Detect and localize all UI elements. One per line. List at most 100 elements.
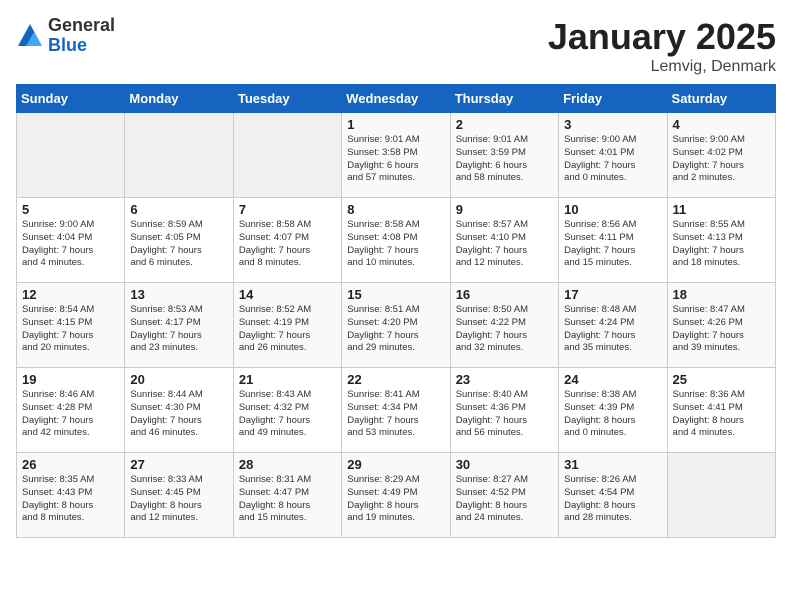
day-number: 1 [347,117,444,132]
day-number: 19 [22,372,119,387]
weekday-header-monday: Monday [125,85,233,113]
day-number: 7 [239,202,336,217]
day-info: Sunrise: 8:36 AM Sunset: 4:41 PM Dayligh… [673,389,770,440]
calendar-cell: 12 Sunrise: 8:54 AM Sunset: 4:15 PM Dayli… [17,283,125,368]
weekday-header-wednesday: Wednesday [342,85,450,113]
day-info: Sunrise: 8:26 AM Sunset: 4:54 PM Dayligh… [564,474,661,525]
day-info: Sunrise: 8:51 AM Sunset: 4:20 PM Dayligh… [347,304,444,355]
day-info: Sunrise: 8:31 AM Sunset: 4:47 PM Dayligh… [239,474,336,525]
weekday-header-thursday: Thursday [450,85,558,113]
calendar-cell: 24 Sunrise: 8:38 AM Sunset: 4:39 PM Dayli… [559,368,667,453]
calendar-cell: 8 Sunrise: 8:58 AM Sunset: 4:08 PM Daylig… [342,198,450,283]
calendar-cell [667,453,775,538]
day-number: 13 [130,287,227,302]
calendar-cell: 13 Sunrise: 8:53 AM Sunset: 4:17 PM Dayli… [125,283,233,368]
calendar-cell: 7 Sunrise: 8:58 AM Sunset: 4:07 PM Daylig… [233,198,341,283]
day-info: Sunrise: 8:38 AM Sunset: 4:39 PM Dayligh… [564,389,661,440]
calendar-cell [233,113,341,198]
calendar-cell: 26 Sunrise: 8:35 AM Sunset: 4:43 PM Dayli… [17,453,125,538]
day-number: 26 [22,457,119,472]
day-info: Sunrise: 8:53 AM Sunset: 4:17 PM Dayligh… [130,304,227,355]
week-row-1: 1 Sunrise: 9:01 AM Sunset: 3:58 PM Daylig… [17,113,776,198]
calendar-cell: 14 Sunrise: 8:52 AM Sunset: 4:19 PM Dayli… [233,283,341,368]
day-number: 2 [456,117,553,132]
day-number: 29 [347,457,444,472]
day-info: Sunrise: 8:27 AM Sunset: 4:52 PM Dayligh… [456,474,553,525]
day-info: Sunrise: 8:35 AM Sunset: 4:43 PM Dayligh… [22,474,119,525]
calendar-cell: 31 Sunrise: 8:26 AM Sunset: 4:54 PM Dayli… [559,453,667,538]
calendar-cell: 28 Sunrise: 8:31 AM Sunset: 4:47 PM Dayli… [233,453,341,538]
day-number: 10 [564,202,661,217]
calendar-cell: 25 Sunrise: 8:36 AM Sunset: 4:41 PM Dayli… [667,368,775,453]
calendar-title: January 2025 [548,16,776,58]
week-row-4: 19 Sunrise: 8:46 AM Sunset: 4:28 PM Dayli… [17,368,776,453]
calendar-subtitle: Lemvig, Denmark [548,58,776,76]
calendar-cell: 11 Sunrise: 8:55 AM Sunset: 4:13 PM Dayli… [667,198,775,283]
day-info: Sunrise: 9:01 AM Sunset: 3:59 PM Dayligh… [456,134,553,185]
day-info: Sunrise: 8:55 AM Sunset: 4:13 PM Dayligh… [673,219,770,270]
day-info: Sunrise: 8:44 AM Sunset: 4:30 PM Dayligh… [130,389,227,440]
day-number: 5 [22,202,119,217]
weekday-header-sunday: Sunday [17,85,125,113]
calendar-cell: 4 Sunrise: 9:00 AM Sunset: 4:02 PM Daylig… [667,113,775,198]
calendar-cell: 23Sunrise: 8:40 AM Sunset: 4:36 PM Dayli… [450,368,558,453]
calendar-cell: 21 Sunrise: 8:43 AM Sunset: 4:32 PM Dayli… [233,368,341,453]
day-number: 31 [564,457,661,472]
day-info: Sunrise: 8:33 AM Sunset: 4:45 PM Dayligh… [130,474,227,525]
calendar-cell: 1 Sunrise: 9:01 AM Sunset: 3:58 PM Daylig… [342,113,450,198]
weekday-header-saturday: Saturday [667,85,775,113]
calendar-cell: 27 Sunrise: 8:33 AM Sunset: 4:45 PM Dayli… [125,453,233,538]
day-info: Sunrise: 8:29 AM Sunset: 4:49 PM Dayligh… [347,474,444,525]
day-number: 23 [456,372,553,387]
day-number: 28 [239,457,336,472]
day-number: 15 [347,287,444,302]
day-number: 18 [673,287,770,302]
calendar-cell: 5 Sunrise: 9:00 AM Sunset: 4:04 PM Daylig… [17,198,125,283]
calendar-cell: 17 Sunrise: 8:48 AM Sunset: 4:24 PM Dayli… [559,283,667,368]
day-number: 17 [564,287,661,302]
day-info: Sunrise: 8:58 AM Sunset: 4:08 PM Dayligh… [347,219,444,270]
day-number: 30 [456,457,553,472]
day-number: 24 [564,372,661,387]
day-info: Sunrise: 9:00 AM Sunset: 4:01 PM Dayligh… [564,134,661,185]
logo-general-text: General [48,16,115,36]
calendar-cell: 3 Sunrise: 9:00 AM Sunset: 4:01 PM Daylig… [559,113,667,198]
day-number: 27 [130,457,227,472]
day-info: Sunrise: 8:52 AM Sunset: 4:19 PM Dayligh… [239,304,336,355]
day-info: Sunrise: 8:56 AM Sunset: 4:11 PM Dayligh… [564,219,661,270]
day-number: 21 [239,372,336,387]
weekday-header-tuesday: Tuesday [233,85,341,113]
calendar-cell: 29 Sunrise: 8:29 AM Sunset: 4:49 PM Dayli… [342,453,450,538]
weekday-header-friday: Friday [559,85,667,113]
day-number: 11 [673,202,770,217]
weekday-header-row: SundayMondayTuesdayWednesdayThursdayFrid… [17,85,776,113]
day-info: Sunrise: 8:48 AM Sunset: 4:24 PM Dayligh… [564,304,661,355]
day-number: 25 [673,372,770,387]
day-number: 4 [673,117,770,132]
day-number: 14 [239,287,336,302]
calendar-cell: 2 Sunrise: 9:01 AM Sunset: 3:59 PM Daylig… [450,113,558,198]
day-number: 16 [456,287,553,302]
day-info: Sunrise: 9:00 AM Sunset: 4:02 PM Dayligh… [673,134,770,185]
day-info: Sunrise: 8:46 AM Sunset: 4:28 PM Dayligh… [22,389,119,440]
day-info: Sunrise: 9:01 AM Sunset: 3:58 PM Dayligh… [347,134,444,185]
calendar-cell: 6Sunrise: 8:59 AM Sunset: 4:05 PM Daylig… [125,198,233,283]
day-info: Sunrise: 8:50 AM Sunset: 4:22 PM Dayligh… [456,304,553,355]
calendar-cell: 19 Sunrise: 8:46 AM Sunset: 4:28 PM Dayli… [17,368,125,453]
day-info: Sunrise: 8:54 AM Sunset: 4:15 PM Dayligh… [22,304,119,355]
logo-icon [16,22,44,50]
day-info: Sunrise: 8:57 AM Sunset: 4:10 PM Dayligh… [456,219,553,270]
week-row-2: 5 Sunrise: 9:00 AM Sunset: 4:04 PM Daylig… [17,198,776,283]
day-info: Sunrise: 8:58 AM Sunset: 4:07 PM Dayligh… [239,219,336,270]
title-block: January 2025 Lemvig, Denmark [548,16,776,76]
day-info: Sunrise: 8:59 AM Sunset: 4:05 PM Dayligh… [130,219,227,270]
day-info: Sunrise: 9:00 AM Sunset: 4:04 PM Dayligh… [22,219,119,270]
calendar-cell: 30 Sunrise: 8:27 AM Sunset: 4:52 PM Dayli… [450,453,558,538]
day-number: 12 [22,287,119,302]
day-number: 8 [347,202,444,217]
day-info: Sunrise: 8:41 AM Sunset: 4:34 PM Dayligh… [347,389,444,440]
calendar-table: SundayMondayTuesdayWednesdayThursdayFrid… [16,84,776,538]
day-number: 3 [564,117,661,132]
calendar-cell: 16 Sunrise: 8:50 AM Sunset: 4:22 PM Dayli… [450,283,558,368]
day-info: Sunrise: 8:43 AM Sunset: 4:32 PM Dayligh… [239,389,336,440]
